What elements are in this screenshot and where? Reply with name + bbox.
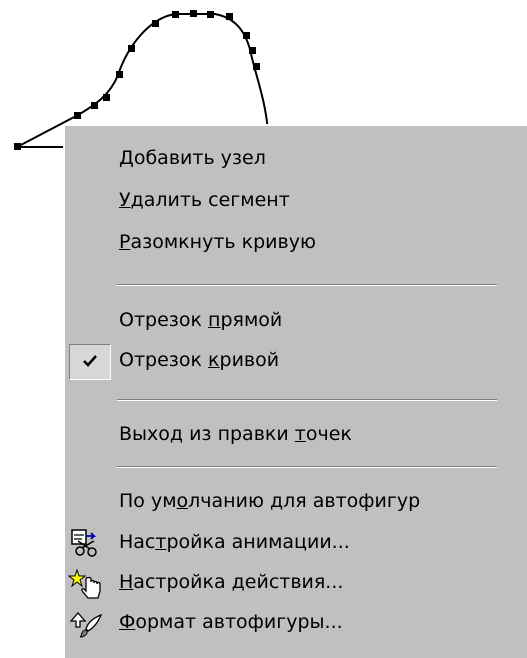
curve-node[interactable] xyxy=(253,63,260,70)
checkmark-icon xyxy=(83,355,97,367)
format-autoshape-icon xyxy=(69,612,103,638)
curve-node[interactable] xyxy=(207,11,214,18)
curve-node[interactable] xyxy=(249,47,256,54)
curve-node[interactable] xyxy=(190,10,197,17)
menu-item-label: Добавить узел xyxy=(119,147,266,169)
menu-separator xyxy=(117,466,497,468)
animation-settings-icon xyxy=(71,529,97,557)
menu-item-animation-settings[interactable]: Настройка анимации... xyxy=(65,524,527,564)
menu-item-action-settings[interactable]: Настройка действия... xyxy=(65,564,527,604)
curve-node[interactable] xyxy=(243,32,250,39)
menu-item-label: Выход из правки точек xyxy=(119,423,352,445)
curve-node[interactable] xyxy=(172,11,179,18)
menu-item-delete-segment[interactable]: Удалить сегмент xyxy=(65,182,527,222)
curve-node[interactable] xyxy=(14,143,21,150)
action-settings-icon xyxy=(68,568,101,599)
menu-item-curved-segment[interactable]: Отрезок кривой xyxy=(65,342,527,382)
menu-item-label: Формат автофигуры... xyxy=(119,611,343,633)
curve-node[interactable] xyxy=(74,112,81,119)
menu-item-label: Настройка действия... xyxy=(119,571,344,593)
menu-separator xyxy=(117,399,497,401)
menu-item-open-curve[interactable]: Разомкнуть кривую xyxy=(65,224,527,264)
menu-item-straight-segment[interactable]: Отрезок прямой xyxy=(65,302,527,342)
menu-item-add-node[interactable]: Добавить узел xyxy=(65,140,527,180)
menu-item-set-autoshape-defaults[interactable]: По умолчанию для автофигур xyxy=(65,483,527,523)
curve-node[interactable] xyxy=(91,102,98,109)
curve-node[interactable] xyxy=(103,94,110,101)
curve-node[interactable] xyxy=(226,13,233,20)
menu-item-label: Разомкнуть кривую xyxy=(119,231,316,253)
menu-item-label: Удалить сегмент xyxy=(119,189,290,211)
menu-item-label: По умолчанию для автофигур xyxy=(119,490,421,512)
menu-item-label: Отрезок прямой xyxy=(119,309,283,331)
menu-separator xyxy=(117,284,497,286)
curve-node[interactable] xyxy=(152,20,159,27)
menu-item-label: Отрезок кривой xyxy=(119,349,280,371)
menu-item-exit-edit-points[interactable]: Выход из правки точек xyxy=(65,416,527,456)
menu-item-label: Настройка анимации... xyxy=(119,531,350,553)
slide-canvas: Добавить узел Удалить сегмент Разомкнуть… xyxy=(0,0,527,658)
menu-item-format-autoshape[interactable]: Формат автофигуры... xyxy=(65,604,527,644)
curve-node[interactable] xyxy=(128,45,135,52)
context-menu: Добавить узел Удалить сегмент Разомкнуть… xyxy=(63,124,527,658)
curve-node[interactable] xyxy=(116,71,123,78)
check-indicator xyxy=(69,344,111,380)
